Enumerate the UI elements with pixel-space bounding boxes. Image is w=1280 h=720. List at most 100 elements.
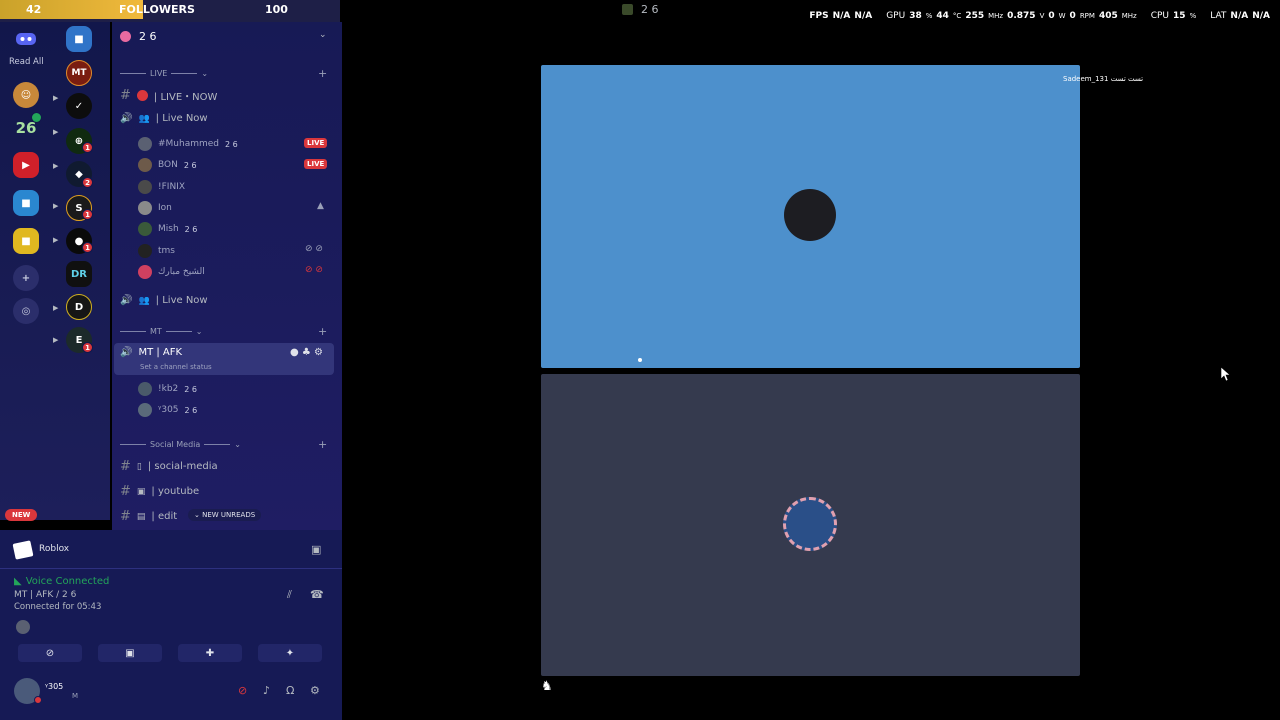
voice-user[interactable]: BON 2 6 — [138, 158, 197, 172]
screen-share-button[interactable]: ▣ — [98, 644, 162, 662]
expand-arrow-icon: ▶ — [53, 304, 59, 312]
category-mt-label: MT — [150, 327, 162, 336]
server-rail: Read All ☺ 26 ▶ ■ ■ + ◎ ■ MT ✓ ⊕ 1 ◆ 2 S… — [0, 22, 110, 520]
video-tile-2[interactable] — [541, 374, 1080, 676]
yellow-folder-icon[interactable]: ■ — [13, 228, 39, 254]
server-vk-icon[interactable]: ✓ — [66, 93, 92, 119]
server-menu-chevron-icon[interactable]: ⌄ — [319, 30, 327, 40]
headphones-icon[interactable]: Ω — [286, 684, 294, 697]
speaker-icon: 🔊 — [120, 113, 133, 124]
create-channel-icon[interactable]: + — [318, 67, 327, 80]
read-all-button[interactable]: Read All — [9, 57, 44, 67]
camera-button[interactable]: ⊘ — [18, 644, 82, 662]
gpu-mem: 405 — [1098, 11, 1118, 21]
server-avatar-face-icon[interactable]: ☺ — [13, 82, 39, 108]
mascot-icon: ♞ — [541, 679, 553, 694]
new-unreads-label: NEW UNREADS — [202, 511, 256, 519]
channel-actions-icons[interactable]: ● ♣ ⚙ — [290, 347, 323, 358]
server-header[interactable]: 2 6 — [120, 30, 157, 43]
account-username: ᵞ305 — [45, 682, 64, 691]
folder-icon[interactable]: ■ — [66, 26, 92, 52]
channel-youtube[interactable]: # ▣ | youtube — [120, 484, 199, 499]
category-social-media[interactable]: Social Media ⌄ — [120, 440, 241, 449]
explore-icon[interactable]: ◎ — [13, 298, 39, 324]
avatar — [138, 137, 152, 151]
new-unreads-pill[interactable]: ⌄ NEW UNREADS — [188, 509, 262, 521]
channel-social-media[interactable]: # ▯ | social-media — [120, 459, 218, 474]
channel-live-now-voice[interactable]: 🔊 👥 | Live Now — [120, 113, 208, 124]
channel-edit[interactable]: # ▤ | edit — [120, 509, 177, 524]
server-badge-4: 1 — [82, 242, 93, 253]
discord-home-icon[interactable] — [13, 26, 39, 52]
category-mt[interactable]: MT ⌄ — [120, 327, 203, 336]
settings-gear-icon[interactable]: ⚙ — [310, 684, 320, 697]
channel-sidebar: 2 6 ⌄ LIVE ⌄ + # | LIVE・NOW 🔊 👥 | Live No… — [112, 22, 342, 530]
indicator-dot — [638, 358, 642, 362]
server-dr[interactable]: DR — [66, 261, 92, 287]
gpu-power: 0 — [1048, 11, 1055, 21]
set-channel-status[interactable]: Set a channel status — [140, 363, 212, 371]
username: ᵞ305 — [158, 405, 179, 415]
cursor-icon — [1220, 366, 1230, 382]
channel-label: | edit — [151, 511, 178, 522]
performance-overlay: FPS N/A N/A GPU 38% 44 °C 255 MHz 0.875 V 0… — [809, 11, 1270, 21]
fps-label: FPS — [809, 11, 829, 21]
youtube-folder-icon[interactable]: ▶ — [13, 152, 39, 178]
window-title: 2 6 — [622, 3, 659, 16]
avatar — [138, 244, 152, 258]
voice-duration: Connected for 05:43 — [14, 602, 102, 612]
avatar — [138, 201, 152, 215]
avatar — [138, 222, 152, 236]
screen-share-icon: ▣ — [125, 647, 135, 659]
voice-user[interactable]: Ion — [138, 201, 172, 215]
avatar — [138, 382, 152, 396]
create-channel-icon[interactable]: + — [318, 438, 327, 451]
activity-name: Roblox — [39, 544, 70, 554]
activities-button[interactable]: ✚ — [178, 644, 242, 662]
window-title-text: 2 6 — [641, 3, 659, 16]
add-server-icon[interactable]: + — [13, 265, 39, 291]
microphone-icon[interactable]: ♪ — [263, 684, 270, 697]
server-badge-2: 2 — [82, 177, 93, 188]
channel-live-now-voice-2[interactable]: 🔊 👥 | Live Now — [120, 295, 208, 306]
user-tag: 2 6 — [225, 139, 238, 149]
channel-live-now-text[interactable]: # | LIVE・NOW — [120, 88, 217, 103]
stream-off-icon[interactable]: ⊘ — [238, 684, 247, 697]
server-icon — [622, 4, 633, 15]
voice-user[interactable]: ᵞ305 2 6 — [138, 403, 197, 417]
voice-user[interactable]: tms — [138, 244, 175, 258]
category-social-label: Social Media — [150, 440, 201, 449]
username: !kb2 — [158, 384, 179, 394]
gpu-volt: 0.875 — [1007, 11, 1036, 21]
voice-user[interactable]: الشيخ مبارك — [138, 265, 205, 279]
voice-user[interactable]: !FINIX — [138, 180, 185, 194]
create-channel-icon[interactable]: + — [318, 325, 327, 338]
username: Ion — [158, 203, 172, 213]
voice-user[interactable]: !kb2 2 6 — [138, 382, 197, 396]
server-gold-icon[interactable]: D — [66, 294, 92, 320]
phone-icon: ▯ — [136, 461, 142, 472]
voice-member-avatar — [16, 620, 30, 634]
voice-status[interactable]: ◣ Voice Connected — [14, 576, 109, 587]
hashtag-icon: # — [120, 509, 131, 524]
new-mentions-pill[interactable]: NEW — [5, 509, 38, 521]
noise-suppression-icon[interactable]: ⫽ — [287, 588, 292, 602]
category-live[interactable]: LIVE ⌄ — [120, 69, 208, 78]
video-tile-1[interactable] — [541, 65, 1080, 368]
stream-activity-icon[interactable]: ▣ — [311, 543, 321, 556]
lat-value-2: N/A — [1252, 11, 1270, 21]
voice-channel[interactable]: MT | AFK / 2 6 — [14, 590, 76, 600]
channel-mt-afk[interactable]: 🔊 MT | AFK — [120, 347, 182, 358]
blue-folder-icon[interactable]: ■ — [13, 190, 39, 216]
server-badge-5: 1 — [82, 342, 93, 353]
soundboard-button[interactable]: ✦ — [258, 644, 322, 662]
expand-arrow-icon: ▶ — [53, 202, 59, 210]
user-tag: 2 6 — [184, 224, 198, 234]
disconnect-icon[interactable]: ☎ — [310, 588, 324, 601]
cpu-label: CPU — [1150, 11, 1170, 21]
participant-label: Sadeem_131 تست تست — [1063, 75, 1143, 83]
channel-label: | LIVE・NOW — [153, 92, 218, 103]
server-mt[interactable]: MT — [66, 60, 92, 86]
voice-user[interactable]: #Muhammed 2 6 — [138, 137, 238, 151]
voice-user[interactable]: Mish 2 6 — [138, 222, 197, 236]
